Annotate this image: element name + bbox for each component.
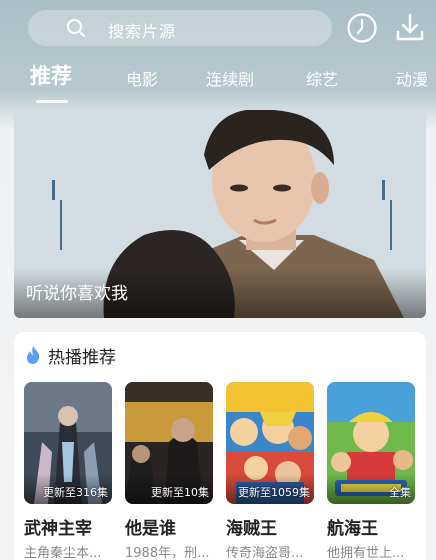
search-icon	[67, 19, 85, 37]
episode-badge: 全集	[389, 486, 411, 499]
episode-badge: 更新至10集	[151, 486, 209, 499]
hot-recommend-section: 热播推荐 更新至316集 武神主宰 主角秦尘本... 更新至10集 他是谁 19…	[14, 332, 426, 560]
item-subtitle: 传奇海盗哥...	[226, 546, 304, 560]
featured-banner[interactable]: 听说你喜欢我	[14, 110, 426, 318]
episode-badge: 更新至316集	[43, 486, 108, 499]
poster-card[interactable]: 更新至10集	[125, 382, 213, 504]
flame-icon	[27, 346, 40, 364]
history-clock-icon[interactable]	[346, 12, 378, 44]
tab-anime[interactable]: 动漫	[396, 66, 428, 90]
tab-variety[interactable]: 综艺	[306, 66, 338, 90]
item-title[interactable]: 海贼王	[226, 514, 277, 539]
search-placeholder: 搜索片源	[108, 22, 177, 41]
episode-badge: 更新至1059集	[238, 486, 310, 499]
banner-title: 听说你喜欢我	[26, 284, 128, 304]
tab-recommend[interactable]: 推荐	[30, 60, 72, 90]
poster-card[interactable]: 更新至316集	[24, 382, 112, 504]
tab-series[interactable]: 连续剧	[206, 66, 254, 90]
section-title: 热播推荐	[48, 347, 116, 368]
tab-movies[interactable]: 电影	[126, 66, 158, 90]
category-tabs: 推荐 电影 连续剧 综艺 动漫	[0, 56, 436, 103]
item-title[interactable]: 他是谁	[125, 514, 176, 539]
item-title[interactable]: 航海王	[327, 514, 378, 539]
top-header: 搜索片源 推荐 电影 连续剧 综艺 动漫	[0, 0, 436, 110]
item-title[interactable]: 武神主宰	[24, 514, 92, 539]
item-subtitle: 1988年，刑...	[125, 546, 210, 560]
active-tab-indicator	[36, 100, 68, 103]
poster-card[interactable]: 全集	[327, 382, 415, 504]
section-header: 热播推荐	[26, 342, 116, 368]
item-subtitle: 主角秦尘本...	[24, 546, 102, 560]
download-icon[interactable]	[394, 12, 426, 44]
search-bar[interactable]: 搜索片源	[28, 10, 332, 46]
item-subtitle: 他拥有世上...	[327, 546, 405, 560]
poster-card[interactable]: 更新至1059集	[226, 382, 314, 504]
